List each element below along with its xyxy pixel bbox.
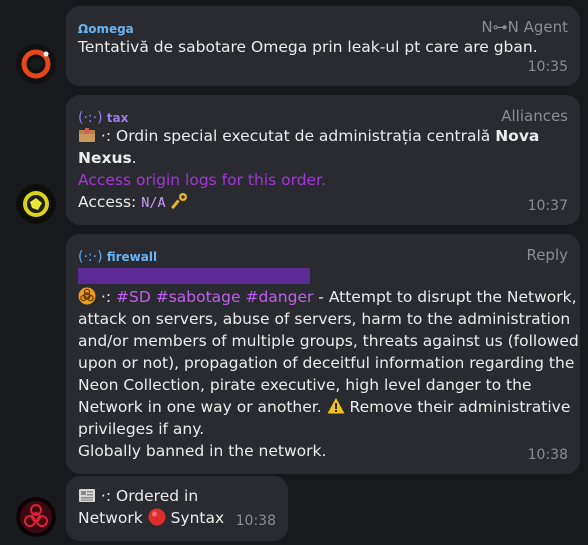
message-time: 10:37 bbox=[527, 198, 568, 214]
message-text: Remove their administrative bbox=[344, 398, 571, 416]
message-line: Globally banned in the network. bbox=[78, 442, 327, 460]
message-bubble[interactable]: ·: Ordered in Network Syntax 10:38 bbox=[66, 476, 288, 541]
message-text: Syntax bbox=[165, 509, 225, 527]
org-name-bold: Nexus bbox=[78, 149, 132, 167]
order-suffix: . bbox=[131, 149, 137, 167]
message-line: attack on servers, abuse of servers, har… bbox=[78, 310, 571, 328]
sender-name[interactable]: Ωomega bbox=[78, 18, 134, 40]
sender-label: firewall bbox=[106, 250, 158, 264]
omega-avatar-icon[interactable] bbox=[16, 44, 56, 84]
message-line: and/or members of multiple groups, threa… bbox=[78, 332, 579, 350]
message-text: ·: Ordered in bbox=[96, 487, 199, 505]
access-label: Access: bbox=[78, 193, 142, 211]
order-line: ·: Ordin special executat de administraț… bbox=[78, 125, 568, 147]
message-line: ·: #SD #sabotage #danger - Attempt to di… bbox=[78, 286, 577, 308]
newspaper-icon bbox=[79, 489, 95, 502]
access-value: N/A bbox=[141, 195, 166, 211]
tax-avatar-icon[interactable] bbox=[16, 184, 56, 224]
message-line: ·: Ordered in bbox=[78, 485, 276, 507]
sender-name[interactable]: (·:·) tax bbox=[78, 107, 128, 129]
spoiler-bar[interactable] bbox=[78, 268, 310, 284]
message-line: privileges if any. bbox=[78, 420, 205, 438]
message-bubble[interactable]: (·:·) tax Alliances ·: Ordin special exe… bbox=[66, 95, 580, 225]
red-circle-icon bbox=[148, 508, 166, 526]
message-bubble[interactable]: (·:·) firewall Reply ·: #SD #sabotage #d… bbox=[66, 234, 580, 474]
message-text: Tentativă de sabotare Omega prin leak-ul… bbox=[78, 38, 538, 56]
org-name-bold: Nova bbox=[495, 127, 540, 145]
message-time: 10:35 bbox=[527, 59, 568, 75]
sender-label: tax bbox=[106, 111, 129, 125]
message-text: Network bbox=[78, 509, 148, 527]
prefix-text: ·: bbox=[96, 288, 117, 306]
message-line: Neon Collection, pirate executive, high … bbox=[78, 376, 532, 394]
message-time: 10:38 bbox=[235, 513, 276, 529]
member-tag: N⊶N Agent bbox=[481, 18, 568, 36]
key-icon bbox=[170, 193, 187, 210]
biohazard-icon bbox=[78, 287, 96, 305]
message-time: 10:38 bbox=[527, 447, 568, 463]
warning-icon bbox=[327, 398, 345, 414]
message-text: Network in one way or another. bbox=[78, 398, 327, 416]
message-text: - Attempt to disrupt the Network, bbox=[313, 288, 577, 306]
message-bubble[interactable]: Ωomega N⊶N Agent Tentativă de sabotare O… bbox=[66, 6, 580, 86]
member-tag: Alliances bbox=[501, 107, 568, 125]
sender-name[interactable]: (·:·) firewall bbox=[78, 246, 157, 268]
access-line: Access: N/A bbox=[78, 191, 568, 214]
order-line-2: Nexus. bbox=[78, 147, 568, 169]
reply-button[interactable]: Reply bbox=[526, 244, 568, 266]
message-line: Network in one way or another. Remove th… bbox=[78, 396, 571, 418]
biohazard-avatar-icon[interactable] bbox=[16, 497, 56, 537]
order-text: ·: Ordin special executat de administraț… bbox=[96, 127, 496, 145]
hashtag-links[interactable]: #SD #sabotage #danger bbox=[116, 288, 313, 306]
access-logs-link[interactable]: Access origin logs for this order. bbox=[78, 169, 568, 191]
chat-view: Ωomega N⊶N Agent Tentativă de sabotare O… bbox=[0, 0, 588, 545]
message-line: upon or not), propagation of deceitful i… bbox=[78, 354, 575, 372]
